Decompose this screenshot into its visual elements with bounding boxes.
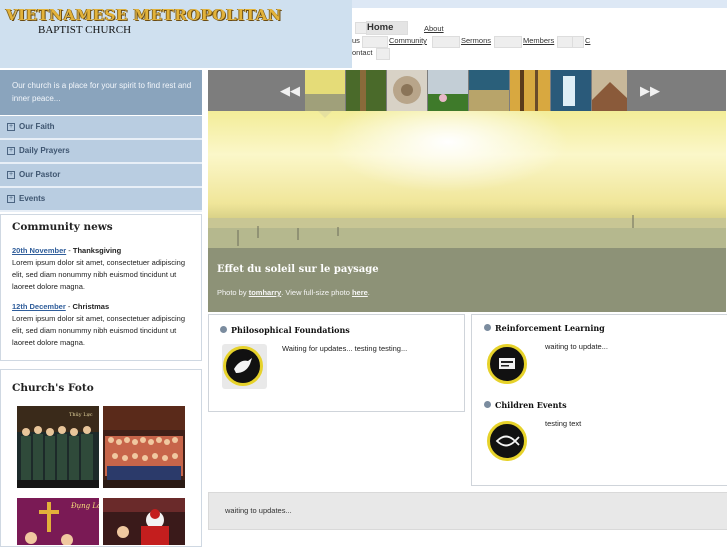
fish-glyph: [495, 435, 520, 447]
sidebar-item-events[interactable]: + Events: [0, 188, 202, 212]
news-item: 20th November - Thanksgiving Lorem ipsum…: [12, 245, 194, 293]
church-foto-title: Church's Foto: [12, 382, 94, 394]
church-photo-1[interactable]: Thủy Lực: [17, 406, 99, 488]
reinforcement-learning-text: waiting to update...: [545, 342, 608, 351]
nav-separator: [376, 48, 390, 60]
thumbnail-3[interactable]: [387, 70, 427, 111]
philosophical-foundations-title: Philosophical Foundations: [231, 325, 350, 335]
credit-author-link[interactable]: tomharry: [249, 288, 282, 297]
sidebar-intro-text: Our church is a place for your spirit to…: [12, 81, 192, 103]
children-events-title: Children Events: [495, 400, 567, 410]
slide-credit: Photo by tomharry. View full-size photo …: [217, 288, 370, 297]
nav-home-label[interactable]: Home: [367, 22, 393, 33]
thumbnail-1[interactable]: [305, 70, 345, 111]
thumbnail-strip: [305, 70, 627, 118]
document-icon: [487, 344, 527, 384]
news-item: 12th December - Christmas Lorem ipsum do…: [12, 301, 194, 349]
reinforcement-learning-title: Reinforcement Learning: [495, 323, 605, 333]
news-separator: -: [66, 246, 73, 255]
bullet-icon: [484, 401, 491, 408]
expand-icon: +: [7, 123, 15, 131]
full-size-photo-link[interactable]: here: [352, 288, 368, 297]
thumbnail-5[interactable]: [469, 70, 509, 111]
credit-mid: . View full-size photo: [281, 288, 352, 297]
credit-prefix: Photo by: [217, 288, 249, 297]
news-date-link[interactable]: 12th December: [12, 302, 66, 311]
news-body: Lorem ipsum dolor sit amet, consectetuer…: [12, 314, 185, 347]
news-headline: Christmas: [72, 302, 110, 311]
photo-caption: Thủy Lực: [69, 411, 93, 418]
news-headline: Thanksgiving: [72, 246, 122, 255]
thumbnail-7[interactable]: [551, 70, 591, 111]
dove-glyph: [234, 358, 252, 373]
next-arrow-icon[interactable]: ▶▶: [640, 84, 660, 97]
credit-end: .: [367, 288, 370, 297]
sidebar-item-label: Our Faith: [19, 122, 55, 131]
expand-icon: +: [7, 195, 15, 203]
nav-about-label-cont[interactable]: us: [352, 36, 360, 45]
header: VIETNAMESE METROPOLITAN BAPTIST CHURCH H…: [0, 0, 727, 68]
sidebar-item-label: Events: [19, 194, 46, 203]
church-photo-2[interactable]: [103, 406, 185, 488]
nav-sermons-link[interactable]: Sermons: [461, 36, 491, 45]
header-strip: [352, 0, 727, 8]
thumbnail-2[interactable]: [346, 70, 386, 111]
expand-icon: +: [7, 171, 15, 179]
fish-icon: [487, 421, 527, 461]
dove-icon: [223, 346, 263, 386]
news-body: Lorem ipsum dolor sit amet, consectetuer…: [12, 258, 185, 291]
sidebar-item-label: Our Pastor: [19, 170, 61, 179]
nav-about-label[interactable]: About: [424, 24, 444, 33]
sidebar-item-our-faith[interactable]: + Our Faith: [0, 116, 202, 140]
site-logo-subtitle: BAPTIST CHURCH: [38, 24, 132, 36]
nav-community-link[interactable]: Community: [389, 36, 427, 45]
nav-separator: [494, 36, 522, 48]
bottom-updates-text: waiting to updates...: [225, 506, 292, 515]
thumbnail-8[interactable]: [592, 70, 627, 111]
nav-separator: [362, 36, 388, 48]
nav-members-link[interactable]: Members: [523, 36, 554, 45]
sidebar-intro: Our church is a place for your spirit to…: [0, 70, 202, 115]
prev-arrow-icon[interactable]: ◀◀: [280, 84, 300, 97]
children-events-text: testing text: [545, 419, 582, 428]
community-news-title: Community news: [12, 221, 113, 233]
bullet-icon: [484, 324, 491, 331]
nav-separator: [432, 36, 460, 48]
site-logo-title[interactable]: VIETNAMESE METROPOLITAN: [6, 6, 282, 24]
current-slide-marker: [318, 111, 332, 118]
document-glyph: [499, 358, 515, 369]
photo-slideshow[interactable]: ◀◀ ▶▶ Effet du soleil sur le paysage Pho…: [208, 70, 726, 312]
church-photo-3[interactable]: Đụng Lò: [17, 498, 99, 545]
nav-contact-link[interactable]: C: [585, 36, 590, 45]
nav-separator: [572, 36, 584, 48]
thumbnail-6[interactable]: [510, 70, 550, 111]
news-date-link[interactable]: 20th November: [12, 246, 66, 255]
thumbnail-4[interactable]: [428, 70, 468, 111]
nav-contact-label-cont[interactable]: ontact: [352, 48, 372, 57]
expand-icon: +: [7, 147, 15, 155]
philosophical-foundations-text: Waiting for updates... testing testing..…: [282, 344, 408, 353]
bullet-icon: [220, 326, 227, 333]
photo-caption: Đụng Lò: [70, 502, 99, 510]
bottom-updates-box: waiting to updates...: [208, 492, 727, 530]
sidebar-item-daily-prayers[interactable]: + Daily Prayers: [0, 140, 202, 164]
sidebar-item-label: Daily Prayers: [19, 146, 70, 155]
sidebar-item-our-pastor[interactable]: + Our Pastor: [0, 164, 202, 188]
slide-caption-title: Effet du soleil sur le paysage: [217, 264, 379, 275]
church-photo-4[interactable]: [103, 498, 185, 545]
nav-separator: [557, 36, 573, 48]
